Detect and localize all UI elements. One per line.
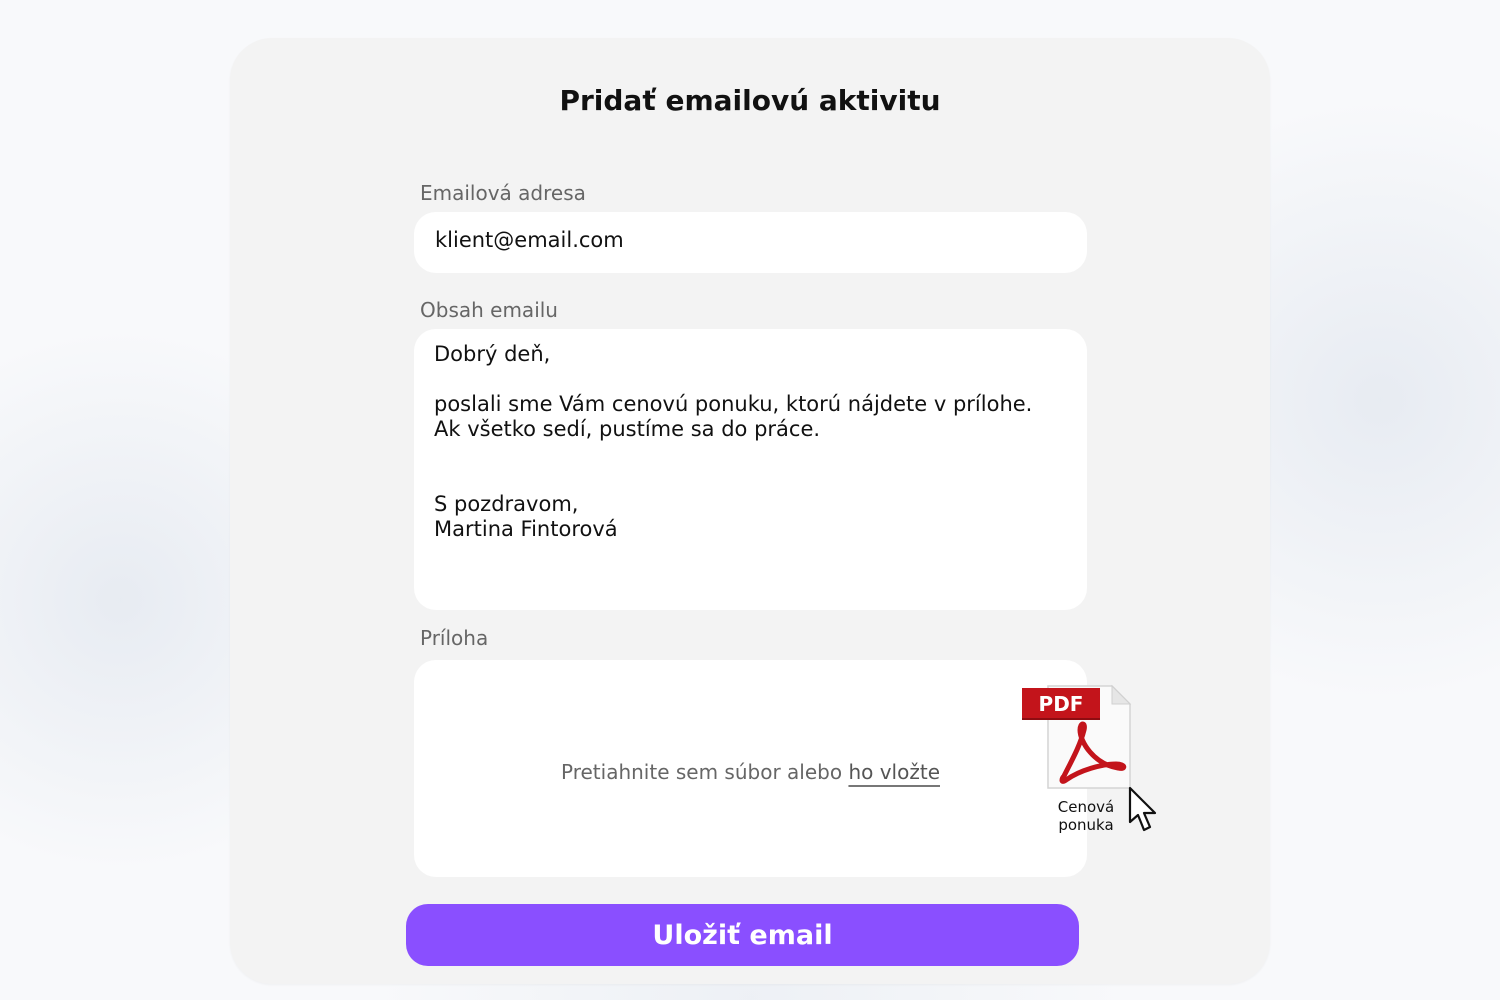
pdf-file-name-line-1: Cenová: [1057, 798, 1115, 816]
attachment-dropzone[interactable]: Pretiahnite sem súbor alebo ho vložte: [414, 660, 1087, 877]
pdf-badge-text: PDF: [1039, 692, 1084, 716]
body-line-1: poslali sme Vám cenovú ponuku, ktorú náj…: [434, 392, 1033, 416]
mouse-pointer-icon: [1128, 786, 1162, 838]
dropzone-instruction: Pretiahnite sem súbor alebo: [561, 760, 843, 784]
body-greeting: Dobrý deň,: [434, 342, 551, 366]
attachment-label: Príloha: [420, 626, 489, 650]
body-closing: S pozdravom,: [434, 492, 579, 516]
email-body-label: Obsah emailu: [420, 298, 558, 322]
body-signature: Martina Fintorová: [434, 517, 618, 541]
dropzone-text: Pretiahnite sem súbor alebo ho vložte: [414, 760, 1087, 784]
email-body-textarea[interactable]: Dobrý deň, poslali sme Vám cenovú ponuku…: [414, 329, 1087, 610]
pdf-file-name: Cenová ponuka: [1036, 798, 1136, 834]
email-address-input[interactable]: klient@email.com: [414, 212, 1087, 273]
body-line-2: Ak všetko sedí, pustíme sa do práce.: [434, 417, 821, 441]
email-address-value: klient@email.com: [435, 228, 624, 252]
save-email-button[interactable]: Uložiť email: [406, 904, 1079, 966]
upload-link[interactable]: ho vložte: [848, 760, 940, 784]
pdf-file-name-line-2: ponuka: [1058, 816, 1114, 834]
page-title: Pridať emailovú aktivitu: [559, 84, 941, 117]
email-address-label: Emailová adresa: [420, 181, 586, 205]
